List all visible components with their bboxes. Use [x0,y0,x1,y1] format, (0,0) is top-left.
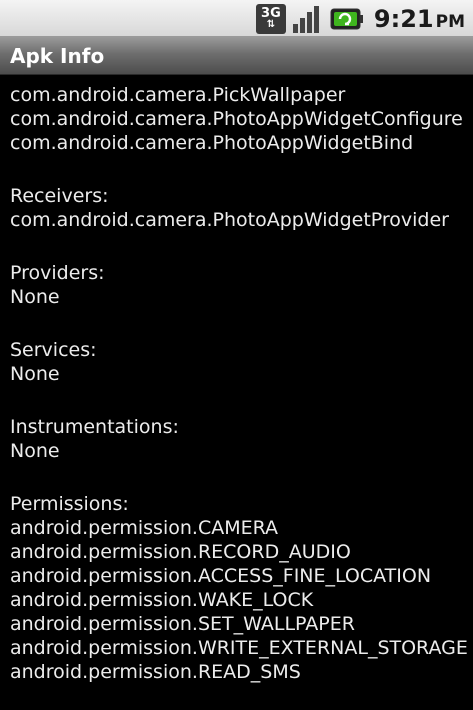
permissions-header: Permissions: [10,493,129,515]
clock-time: 9:21 [373,4,434,33]
service-item: None [10,363,60,385]
app-title: Apk Info [10,44,105,68]
network-3g-icon: 3G ⇅ [255,3,286,34]
permission-item: android.permission.CAMERA [10,517,279,539]
providers-header: Providers: [10,262,105,284]
activity-item: com.android.camera.PickWallpaper [10,84,346,106]
status-bar: 3G ⇅ 9:21 PM [0,0,473,37]
permission-item: android.permission.READ_SMS [10,661,301,683]
instrumentation-item: None [10,440,60,462]
title-bar: Apk Info [0,37,473,75]
permission-item: android.permission.WAKE_LOCK [10,589,314,611]
status-icons: 3G ⇅ 9:21 PM [255,3,465,34]
permission-item: android.permission.RECORD_AUDIO [10,541,351,563]
clock-ampm: PM [435,11,465,32]
apk-info-content[interactable]: com.android.camera.PickWallpaper com.and… [10,83,470,684]
receivers-header: Receivers: [10,185,109,207]
receiver-item: com.android.camera.PhotoAppWidgetProvide… [10,209,449,231]
provider-item: None [10,286,60,308]
permission-item: android.permission.ACCESS_FINE_LOCATION [10,565,432,587]
instrumentations-header: Instrumentations: [10,416,179,438]
data-arrows-icon: ⇅ [266,18,276,30]
services-header: Services: [10,339,97,361]
permission-item: android.permission.SET_WALLPAPER [10,613,355,635]
signal-strength-icon [292,5,319,33]
network-label: 3G [261,5,281,21]
permission-item: android.permission.WRITE_EXTERNAL_STORAG… [10,637,468,659]
battery-charging-icon [330,8,363,29]
activity-item: com.android.camera.PhotoAppWidgetBind [10,132,414,154]
activity-item: com.android.camera.PhotoAppWidgetConfigu… [10,108,463,130]
status-clock: 9:21 PM [374,5,465,33]
